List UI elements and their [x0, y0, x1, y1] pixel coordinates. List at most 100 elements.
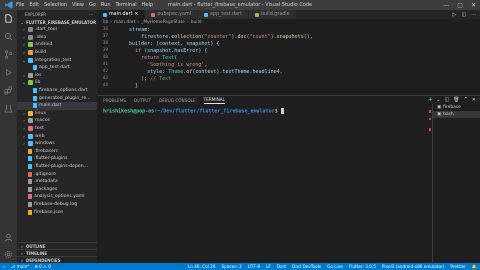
code-text: if (snapshot.hasError) {: [135, 47, 208, 54]
tab-label: build.gradle: [260, 12, 290, 17]
tree-item[interactable]: firebase_options.dart: [17, 87, 97, 95]
terminal-item[interactable]: ▣ bash: [433, 111, 480, 118]
tab-main-dart[interactable]: main.dart ✕: [97, 10, 146, 19]
menu-item-view[interactable]: View: [72, 2, 84, 8]
tab-app-test-dart[interactable]: app_test.dart: [197, 10, 249, 19]
code-editor[interactable]: 36 stream: 37 firestore.collection("count…: [97, 26, 480, 95]
split-terminal-icon[interactable]: ◫: [445, 97, 450, 103]
tree-item[interactable]: firebase.json: [17, 208, 97, 216]
panel-tab-debug-console[interactable]: DEBUG CONSOLE: [159, 98, 196, 103]
minimize-icon[interactable]: —: [443, 2, 449, 9]
maximize-icon[interactable]: ▢: [457, 2, 463, 9]
tree-item[interactable]: .firebaserc: [17, 148, 97, 156]
workspace-root[interactable]: ⌄ FLUTTER_FIREBASE_EMULATOR: [17, 19, 97, 26]
extensions-icon[interactable]: [4, 86, 13, 95]
tree-item[interactable]: › windows: [17, 140, 97, 148]
status-item[interactable]: Flutter: 3.0.5: [349, 264, 376, 269]
section-outline[interactable]: › OUTLINE: [17, 242, 97, 249]
testing-icon[interactable]: [4, 104, 13, 113]
folder-icon: [28, 110, 33, 116]
search-icon[interactable]: [4, 32, 13, 41]
status-item[interactable]: Dart: [277, 264, 286, 269]
tree-item[interactable]: analysis_options.yaml: [17, 193, 97, 201]
status-item[interactable]: Dart DevTools: [292, 264, 321, 269]
code-line: 40 return Text(: [97, 54, 480, 61]
code-text: }: [117, 82, 139, 89]
terminal-output[interactable]: hrishikesh@pop-os:~/Dev/flutter/flutter_…: [103, 108, 284, 115]
tree-item[interactable]: app_test.dart: [17, 64, 97, 72]
status-item[interactable]: LF: [266, 264, 271, 269]
gear-icon[interactable]: [4, 250, 13, 259]
panel-tab-problems[interactable]: PROBLEMS: [103, 98, 126, 103]
status-item[interactable]: Spaces: 2: [222, 264, 242, 269]
new-terminal-icon[interactable]: +: [428, 97, 432, 103]
split-editor-icon[interactable]: ◫: [461, 12, 466, 18]
remote-icon[interactable]: ⌁: [3, 264, 6, 269]
menu-item-terminal[interactable]: Terminal: [116, 2, 137, 8]
tab-pubspec-yaml[interactable]: pubspec.yaml: [145, 10, 198, 19]
status-item[interactable]: UTF-8: [248, 264, 260, 269]
terminal-icon: ▣: [437, 105, 442, 110]
tree-item[interactable]: › linux: [17, 110, 97, 118]
code-text: firestore.collection("counter").doc("cou…: [141, 33, 313, 40]
account-icon[interactable]: [4, 233, 13, 242]
branch-indicator[interactable]: ⎇ main*: [11, 264, 30, 269]
tree-item[interactable]: .metadata: [17, 178, 97, 186]
close-tab-icon[interactable]: ✕: [134, 12, 138, 17]
menu-item-file[interactable]: File: [16, 2, 24, 8]
tree-item[interactable]: ⌄ lib: [17, 79, 97, 87]
tree-item[interactable]: .gitignore: [17, 170, 97, 178]
tree-item[interactable]: › web: [17, 132, 97, 140]
tab-build-gradle[interactable]: build.gradle: [248, 10, 297, 19]
tree-item[interactable]: generated_plugin_re...: [17, 94, 97, 102]
tree-item[interactable]: firebase-debug.log: [17, 201, 97, 209]
more-actions-icon[interactable]: ···: [89, 12, 93, 17]
run-icon[interactable]: ▷: [453, 12, 457, 18]
menu-item-edit[interactable]: Edit: [29, 2, 39, 8]
tree-item[interactable]: .flutter-plugins-depen...: [17, 163, 97, 171]
tree-item[interactable]: .flutter-plugins: [17, 155, 97, 163]
close-icon[interactable]: ✕: [471, 2, 476, 9]
breadcrumb-item[interactable]: build: [191, 20, 202, 25]
notifications-icon[interactable]: 🔔: [472, 264, 477, 270]
menu-item-go[interactable]: Go: [89, 2, 96, 8]
tree-item[interactable]: ⌄ integration_test: [17, 56, 97, 64]
errors-indicator[interactable]: ⊗ 0 ⚠ 0: [34, 264, 51, 269]
chevron-down-icon[interactable]: ⌄: [436, 97, 440, 103]
status-item[interactable]: Prettier: [450, 264, 465, 269]
tree-item[interactable]: › ios: [17, 72, 97, 80]
trash-icon[interactable]: 🗑: [453, 97, 459, 103]
tree-item[interactable]: .packages: [17, 185, 97, 193]
status-item[interactable]: Go Live: [327, 264, 343, 269]
explorer-icon[interactable]: [4, 14, 13, 23]
tree-item[interactable]: › .idea: [17, 34, 97, 42]
more-actions-icon[interactable]: ···: [471, 12, 476, 18]
chevron-right-icon: ›: [21, 243, 23, 249]
section-timeline[interactable]: › TIMELINE: [17, 249, 97, 256]
panel-tab-output[interactable]: OUTPUT: [134, 98, 151, 103]
status-item[interactable]: Ln 46, Col 26: [188, 264, 216, 269]
tree-item[interactable]: › android: [17, 41, 97, 49]
section-dependencies[interactable]: › DEPENDENCIES: [17, 256, 97, 263]
terminal-item[interactable]: ▣ firebase: [433, 104, 480, 111]
maximize-panel-icon[interactable]: ^: [464, 97, 468, 103]
breadcrumb-item[interactable]: main.dart: [114, 20, 135, 25]
close-panel-icon[interactable]: ✕: [472, 97, 476, 103]
tree-item[interactable]: › build: [17, 49, 97, 57]
tree-item[interactable]: › .dart_tool: [17, 26, 97, 34]
tree-item-label: web: [35, 133, 45, 139]
status-item[interactable]: Pixel3 (android-x86 emulator): [382, 264, 444, 269]
breadcrumb-separator-icon: ›: [186, 20, 189, 25]
menu-item-help[interactable]: Help: [142, 2, 153, 8]
tree-item[interactable]: main.dart: [17, 101, 97, 110]
breadcrumb-item[interactable]: lib: [103, 20, 108, 25]
terminal-list: ▣ firebase ▣ bash: [432, 104, 480, 264]
tree-item[interactable]: › macos: [17, 117, 97, 125]
source-control-icon[interactable]: [4, 50, 13, 59]
menu-item-run[interactable]: Run: [101, 2, 111, 8]
tree-item[interactable]: › test: [17, 125, 97, 133]
menu-item-selection[interactable]: Selection: [44, 2, 67, 8]
breadcrumb-item[interactable]: _MyHomePageState: [141, 20, 185, 25]
run-debug-icon[interactable]: [4, 68, 13, 77]
panel-tab-terminal[interactable]: TERMINAL: [203, 97, 225, 104]
